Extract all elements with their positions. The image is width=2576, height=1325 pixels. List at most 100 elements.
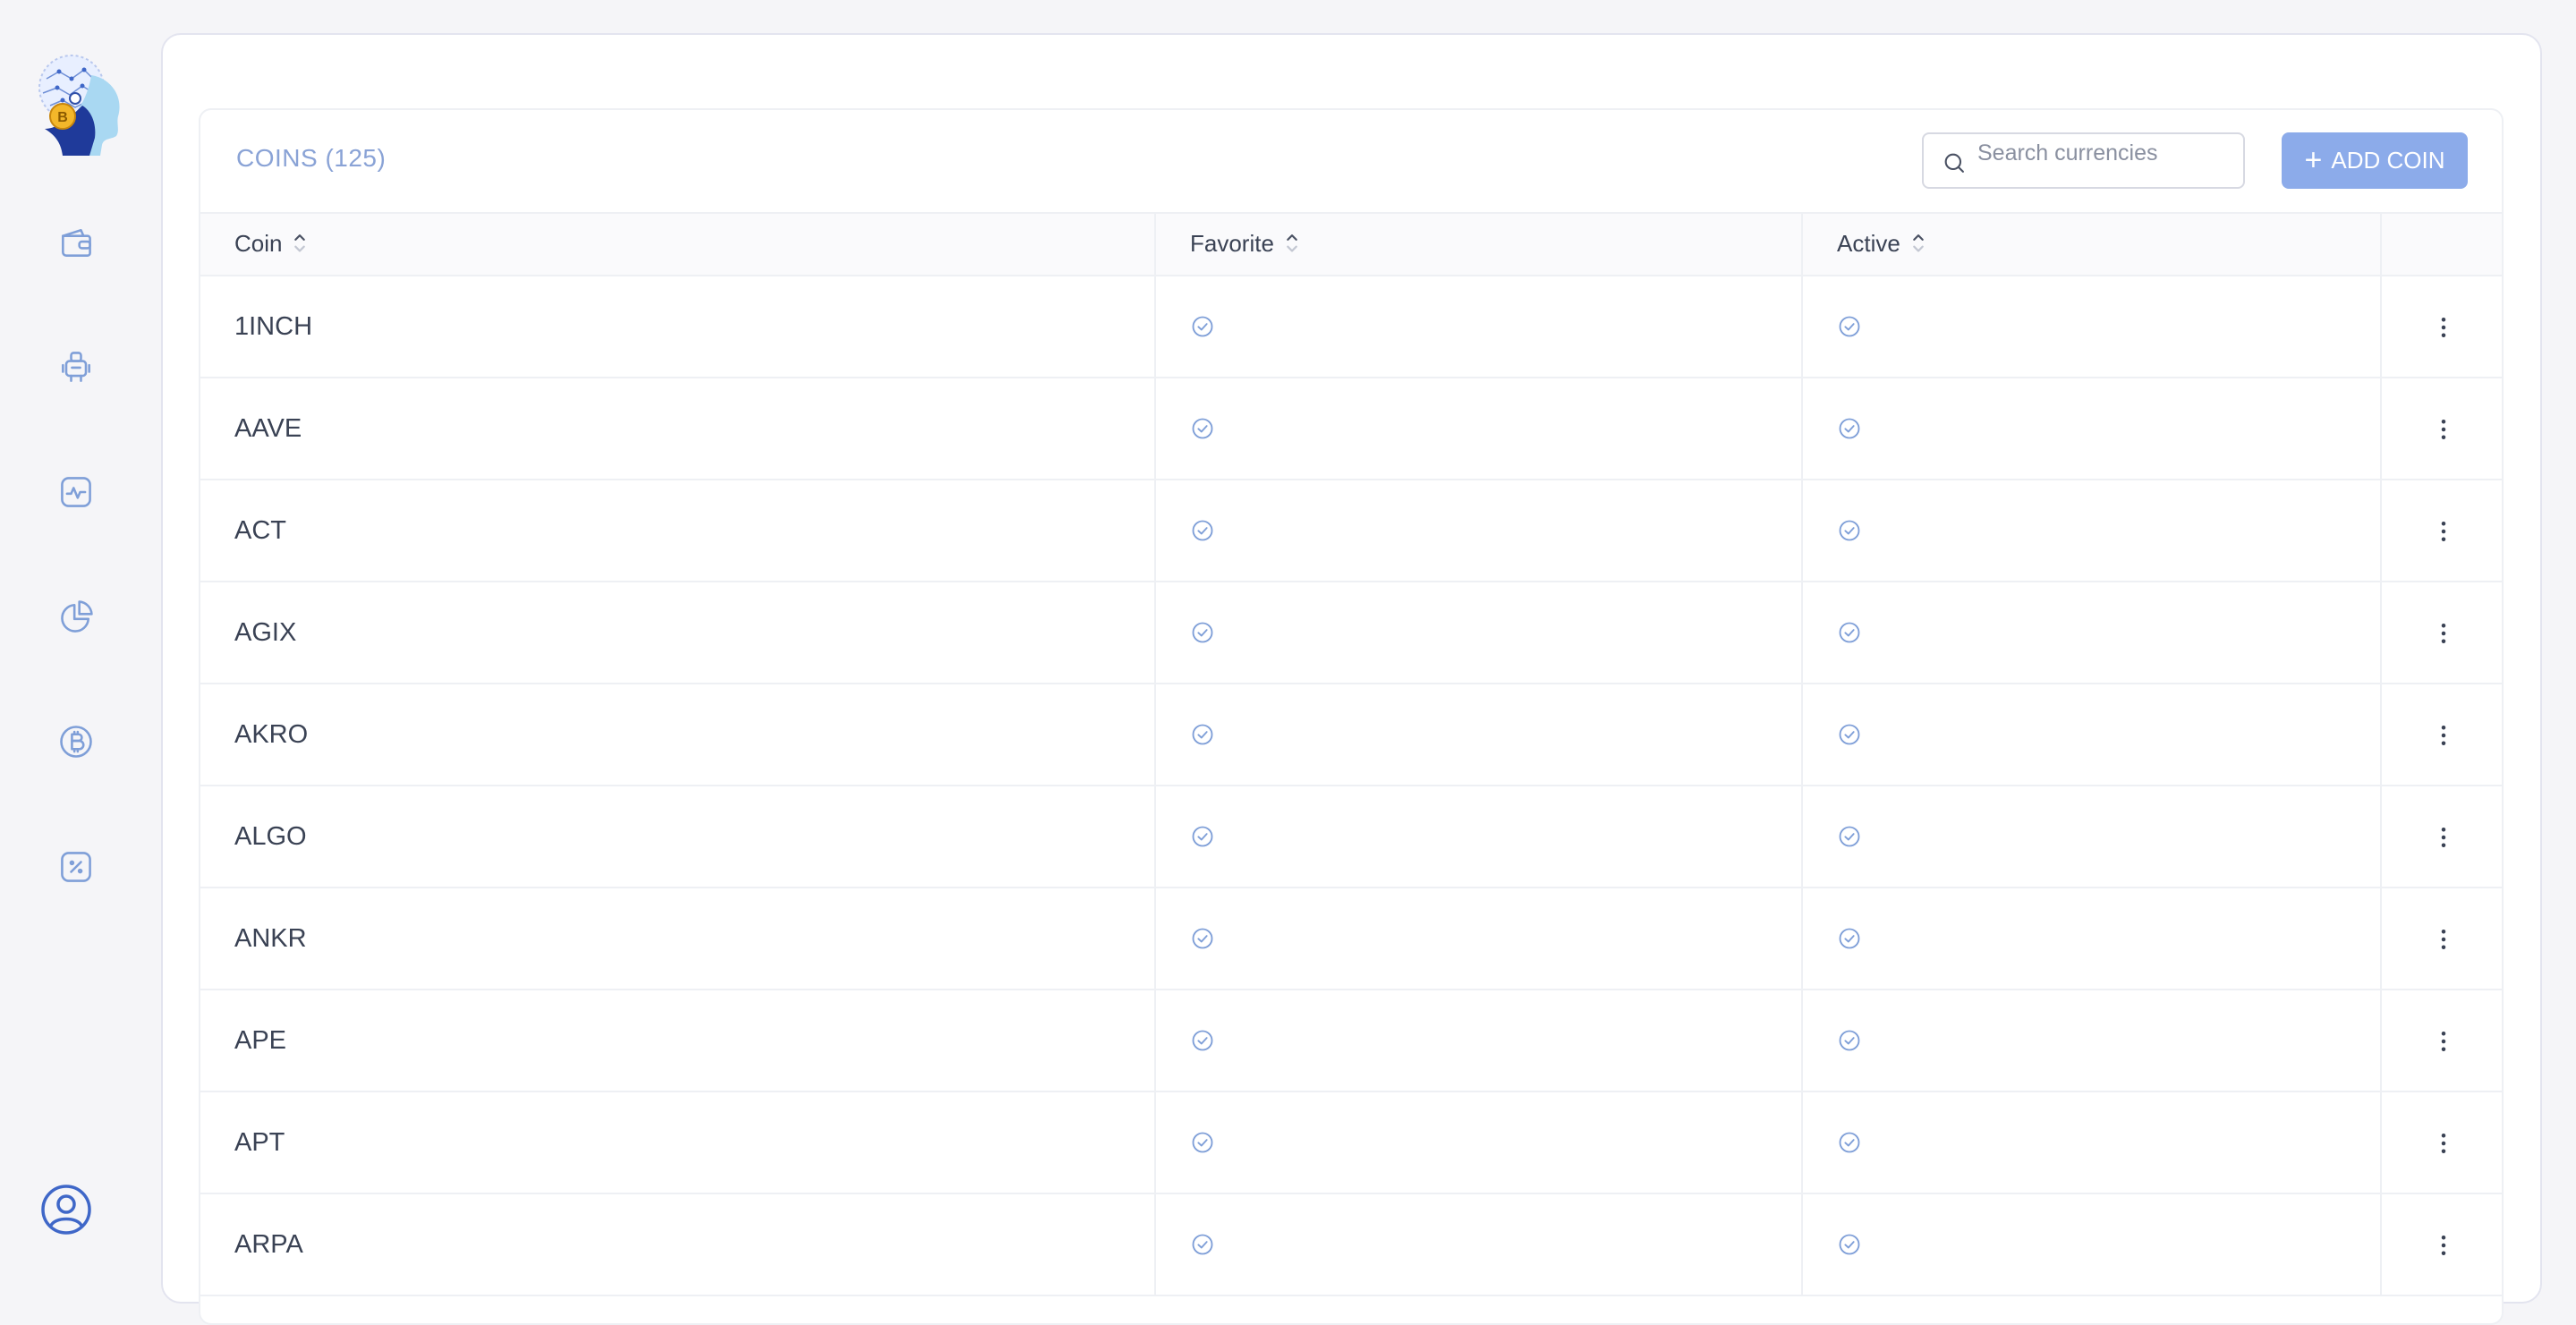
row-actions <box>2380 888 2502 990</box>
table-header-row: Coin Favorite Active <box>200 212 2502 276</box>
table-row[interactable]: APE <box>200 990 2502 1092</box>
check-circle-icon[interactable] <box>1190 620 1801 645</box>
favorite-cell[interactable] <box>1154 582 1802 684</box>
check-circle-icon[interactable] <box>1837 926 2380 951</box>
check-circle-icon[interactable] <box>1837 620 2380 645</box>
table-body: 1INCH AAVE ACT AGIX AKRO ALGO ANKR APE APT ARPA <box>200 276 2502 1296</box>
table-row[interactable]: ANKR <box>200 888 2502 990</box>
column-header-favorite[interactable]: Favorite <box>1154 212 1802 276</box>
check-circle-icon[interactable] <box>1190 314 1801 339</box>
table-row[interactable]: ACT <box>200 480 2502 582</box>
column-header-coin[interactable]: Coin <box>200 212 1155 276</box>
coins-card: COINS (125) + ADD COIN Coin Favorit <box>199 108 2504 1325</box>
more-vertical-icon[interactable] <box>2430 1026 2457 1055</box>
table-row[interactable]: 1INCH <box>200 276 2502 378</box>
coin-symbol: AKRO <box>200 684 1155 786</box>
search-box[interactable] <box>1922 132 2245 189</box>
table-row[interactable]: ARPA <box>200 1193 2502 1296</box>
active-cell[interactable] <box>1801 582 2381 684</box>
active-cell[interactable] <box>1801 378 2381 480</box>
more-vertical-icon[interactable] <box>2430 1230 2457 1259</box>
active-cell[interactable] <box>1801 888 2381 990</box>
card-header: COINS (125) + ADD COIN <box>200 110 2502 212</box>
check-circle-icon[interactable] <box>1837 1232 2380 1257</box>
coin-symbol: ANKR <box>200 888 1155 990</box>
brand-logo[interactable]: B <box>27 52 131 161</box>
check-circle-icon[interactable] <box>1837 1130 2380 1155</box>
search-input[interactable] <box>1977 138 2237 168</box>
active-cell[interactable] <box>1801 1193 2381 1296</box>
bitcoin-icon[interactable] <box>54 719 98 764</box>
pie-chart-icon[interactable] <box>54 595 98 640</box>
sort-icon[interactable] <box>293 231 307 259</box>
sort-icon[interactable] <box>1911 231 1926 259</box>
coin-symbol: ACT <box>200 480 1155 582</box>
row-actions <box>2380 1193 2502 1296</box>
favorite-cell[interactable] <box>1154 480 1802 582</box>
check-circle-icon[interactable] <box>1837 416 2380 441</box>
column-header-active[interactable]: Active <box>1801 212 2381 276</box>
plus-icon: + <box>2304 142 2323 177</box>
active-cell[interactable] <box>1801 786 2381 888</box>
table-row[interactable]: AKRO <box>200 684 2502 786</box>
more-vertical-icon[interactable] <box>2430 924 2457 953</box>
user-circle-icon[interactable] <box>39 1183 93 1236</box>
coin-symbol: APT <box>200 1091 1155 1194</box>
column-label: Coin <box>234 229 283 257</box>
check-circle-icon[interactable] <box>1190 1130 1801 1155</box>
table-row[interactable]: AGIX <box>200 582 2502 684</box>
favorite-cell[interactable] <box>1154 1193 1802 1296</box>
add-coin-button[interactable]: + ADD COIN <box>2282 132 2468 189</box>
robot-icon[interactable] <box>54 344 98 389</box>
favorite-cell[interactable] <box>1154 888 1802 990</box>
favorite-cell[interactable] <box>1154 276 1802 378</box>
more-vertical-icon[interactable] <box>2430 618 2457 647</box>
favorite-cell[interactable] <box>1154 990 1802 1092</box>
percent-icon[interactable] <box>54 845 98 889</box>
coin-symbol: 1INCH <box>200 276 1155 378</box>
more-vertical-icon[interactable] <box>2430 312 2457 341</box>
page-title: COINS (125) <box>236 144 387 172</box>
more-vertical-icon[interactable] <box>2430 516 2457 545</box>
active-cell[interactable] <box>1801 276 2381 378</box>
table-row[interactable]: APT <box>200 1091 2502 1194</box>
wallet-icon[interactable] <box>54 220 98 265</box>
coin-symbol: ALGO <box>200 786 1155 888</box>
check-circle-icon[interactable] <box>1190 1232 1801 1257</box>
more-vertical-icon[interactable] <box>2430 822 2457 851</box>
table-row[interactable]: ALGO <box>200 786 2502 888</box>
check-circle-icon[interactable] <box>1837 518 2380 543</box>
favorite-cell[interactable] <box>1154 684 1802 786</box>
favorite-cell[interactable] <box>1154 786 1802 888</box>
check-circle-icon[interactable] <box>1190 722 1801 747</box>
active-cell[interactable] <box>1801 990 2381 1092</box>
table-row[interactable]: AAVE <box>200 378 2502 480</box>
coin-symbol: AAVE <box>200 378 1155 480</box>
check-circle-icon[interactable] <box>1190 926 1801 951</box>
check-circle-icon[interactable] <box>1837 824 2380 849</box>
search-icon <box>1944 153 1964 173</box>
active-cell[interactable] <box>1801 480 2381 582</box>
svg-text:B: B <box>57 110 68 125</box>
row-actions <box>2380 786 2502 888</box>
more-vertical-icon[interactable] <box>2430 1128 2457 1157</box>
active-cell[interactable] <box>1801 1091 2381 1194</box>
check-circle-icon[interactable] <box>1190 824 1801 849</box>
active-cell[interactable] <box>1801 684 2381 786</box>
sort-icon[interactable] <box>1285 231 1299 259</box>
coin-symbol: APE <box>200 990 1155 1092</box>
add-coin-label: ADD COIN <box>2331 147 2445 174</box>
check-circle-icon[interactable] <box>1190 518 1801 543</box>
check-circle-icon[interactable] <box>1190 1028 1801 1053</box>
check-circle-icon[interactable] <box>1190 416 1801 441</box>
more-vertical-icon[interactable] <box>2430 414 2457 443</box>
check-circle-icon[interactable] <box>1837 722 2380 747</box>
favorite-cell[interactable] <box>1154 1091 1802 1194</box>
row-actions <box>2380 480 2502 582</box>
check-circle-icon[interactable] <box>1837 314 2380 339</box>
check-circle-icon[interactable] <box>1837 1028 2380 1053</box>
row-actions <box>2380 378 2502 480</box>
favorite-cell[interactable] <box>1154 378 1802 480</box>
more-vertical-icon[interactable] <box>2430 720 2457 749</box>
activity-icon[interactable] <box>54 470 98 514</box>
